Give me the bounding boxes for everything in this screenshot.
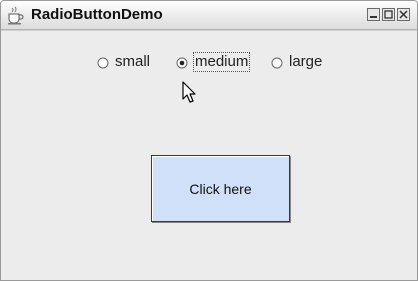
radio-label-medium[interactable]: medium [192,52,251,72]
content-panel: small medium large Click here [1,30,417,280]
minimize-icon[interactable] [367,8,380,21]
title-bar[interactable]: RadioButtonDemo [1,1,417,30]
app-window: RadioButtonDemo small medium large Click… [0,0,418,281]
java-cup-icon [5,5,25,25]
click-here-button[interactable]: Click here [151,155,290,222]
close-icon[interactable] [397,8,410,21]
radio-medium[interactable]: medium [176,52,251,72]
radio-large[interactable]: large [271,53,322,71]
radio-label-large[interactable]: large [289,53,322,71]
window-title: RadioButtonDemo [31,6,163,23]
radio-circle-medium[interactable] [176,56,188,69]
radio-circle-large[interactable] [271,56,283,69]
radio-small[interactable]: small [97,53,150,71]
radio-label-small[interactable]: small [115,53,150,71]
radio-circle-small[interactable] [97,56,109,69]
maximize-icon[interactable] [382,8,395,21]
click-here-label: Click here [189,180,252,197]
